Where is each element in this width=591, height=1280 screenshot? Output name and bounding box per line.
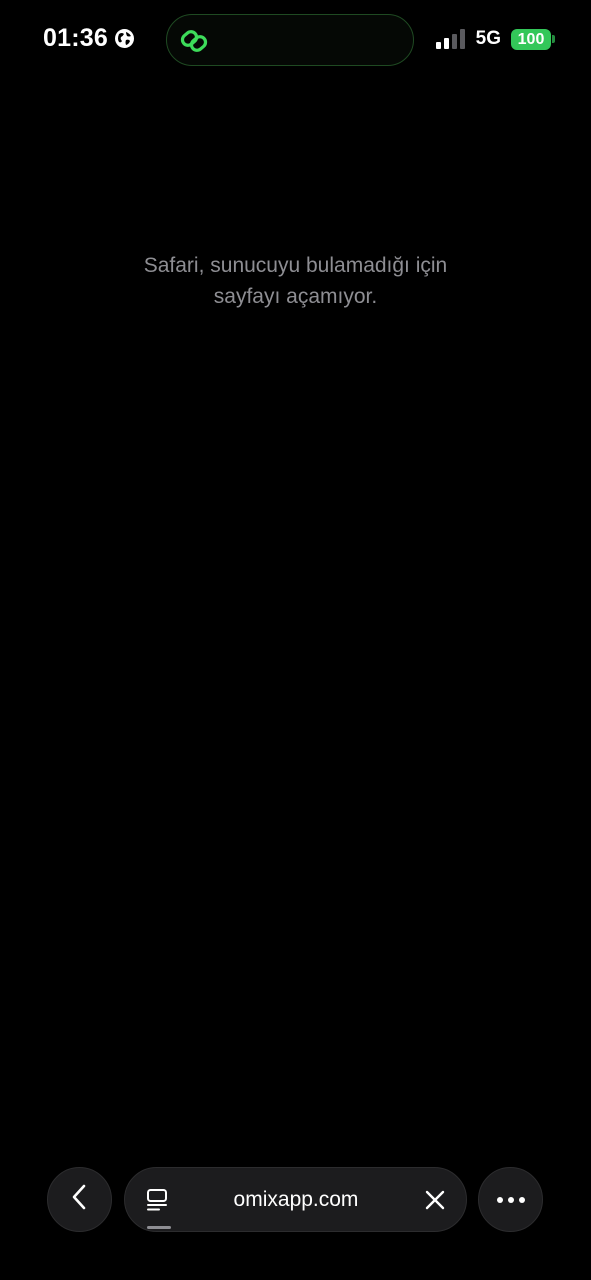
battery-tip bbox=[552, 35, 555, 43]
close-icon[interactable] bbox=[420, 1185, 450, 1215]
more-button[interactable] bbox=[478, 1167, 543, 1232]
clock-group: 01:36 bbox=[43, 24, 135, 53]
chevron-left-icon bbox=[70, 1183, 90, 1216]
status-bar: 01:36 5G 100 bbox=[0, 0, 591, 80]
network-type: 5G bbox=[475, 28, 501, 49]
error-line-1: Safari, sunucuyu bulamadığı için bbox=[143, 254, 448, 277]
status-time: 01:36 bbox=[43, 24, 108, 52]
url-text[interactable]: omixapp.com bbox=[185, 1168, 407, 1231]
link-icon bbox=[177, 24, 211, 58]
load-progress bbox=[147, 1226, 171, 1229]
tabs-icon[interactable] bbox=[145, 1188, 169, 1212]
error-line-2: sayfayı açamıyor. bbox=[213, 285, 378, 308]
battery-indicator: 100 bbox=[511, 28, 555, 50]
battery-level: 100 bbox=[511, 28, 551, 50]
ellipsis-icon bbox=[496, 1191, 526, 1209]
status-indicators: 5G 100 bbox=[435, 28, 555, 50]
globe-icon bbox=[114, 28, 135, 49]
address-bar[interactable]: omixapp.com bbox=[124, 1167, 467, 1232]
dynamic-island[interactable] bbox=[166, 14, 414, 66]
cellular-signal-icon bbox=[435, 29, 466, 49]
bottom-toolbar: omixapp.com bbox=[0, 1167, 591, 1233]
back-button[interactable] bbox=[47, 1167, 112, 1232]
error-message: Safari, sunucuyu bulamadığı için sayfayı… bbox=[0, 250, 591, 312]
